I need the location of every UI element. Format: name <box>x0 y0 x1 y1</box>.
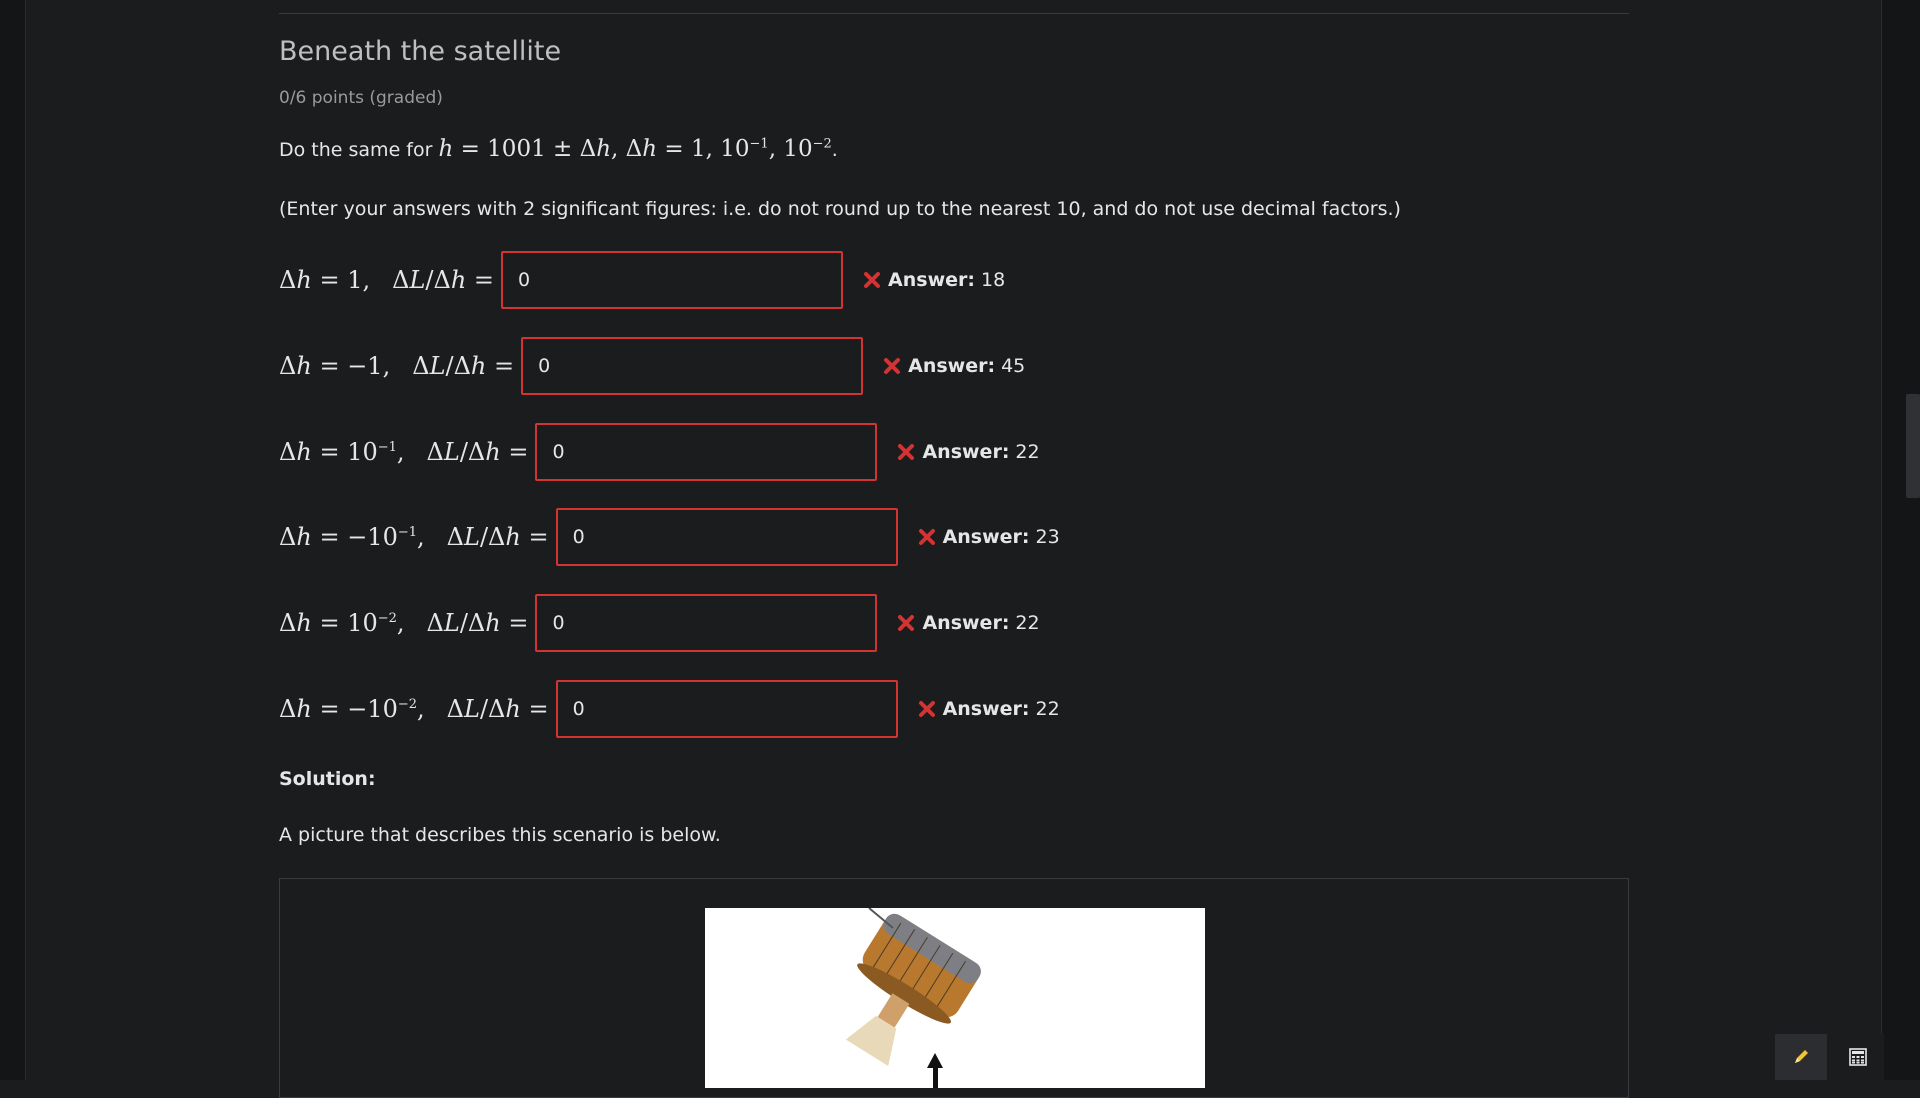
answer-row-3: Δh = 10−1,ΔL/Δh = Answer:22 <box>279 423 1040 481</box>
answer-input-2[interactable] <box>521 337 864 395</box>
problem-title: Beneath the satellite <box>279 36 562 67</box>
problem-intro: Do the same for h = 1001 ± Δh, Δh = 1, 1… <box>279 136 838 162</box>
answer-feedback-5: Answer: 22 <box>897 612 1040 634</box>
answer-input-5[interactable] <box>535 594 878 652</box>
row-label: Δh = −1, ΔL/Δh = <box>279 352 515 380</box>
correct-answer: 45 <box>1001 355 1026 377</box>
satellite-illustration <box>845 908 981 1088</box>
left-rail <box>0 0 26 1080</box>
answer-input-3[interactable] <box>535 423 878 481</box>
answer-input-1[interactable] <box>501 251 844 309</box>
row-label: Δh = 10−1, ΔL/Δh = <box>279 438 529 466</box>
calculator-button[interactable] <box>1832 1034 1884 1080</box>
intro-text: Do the same for <box>279 139 439 161</box>
answer-row-5: Δh = 10−2,ΔL/Δh = Answer:22 <box>279 594 1040 652</box>
row-label: Δh = 1, ΔL/Δh = <box>279 266 495 294</box>
scrollbar-thumb[interactable] <box>1906 394 1920 498</box>
answer-row-2: Δh = −1,ΔL/Δh = Answer:45 <box>279 337 1025 395</box>
answer-row-1: Δh = 1,ΔL/Δh = Answer:18 <box>279 251 1005 309</box>
x-icon <box>918 529 935 545</box>
answer-feedback-6: Answer: 22 <box>918 698 1060 720</box>
notes-button[interactable] <box>1775 1034 1827 1080</box>
answer-row-4: Δh = −10−1,ΔL/Δh = Answer:23 <box>279 508 1060 566</box>
page-scrollbar[interactable] <box>1881 0 1920 1080</box>
calculator-icon <box>1849 1048 1867 1066</box>
answer-input-6[interactable] <box>555 680 898 738</box>
x-icon <box>884 358 901 374</box>
satellite-image <box>705 908 1205 1088</box>
answer-input-4[interactable] <box>555 508 898 566</box>
answer-row-6: Δh = −10−2,ΔL/Δh = Answer:22 <box>279 680 1060 738</box>
row-label: Δh = 10−2, ΔL/Δh = <box>279 609 529 637</box>
problem-instructions: (Enter your answers with 2 significant f… <box>279 198 1401 220</box>
answer-feedback-3: Answer: 22 <box>897 441 1040 463</box>
answer-feedback-2: Answer: 45 <box>883 355 1025 377</box>
correct-answer: 22 <box>1035 698 1060 720</box>
solution-text: A picture that describes this scenario i… <box>279 824 721 846</box>
correct-answer: 22 <box>1015 612 1040 634</box>
points-status: 0/6 points (graded) <box>279 88 443 108</box>
x-icon <box>918 701 935 717</box>
correct-answer: 18 <box>980 269 1006 291</box>
row-label: Δh = −10−1, ΔL/Δh = <box>279 523 549 551</box>
row-label: Δh = −10−2, ΔL/Δh = <box>279 695 549 723</box>
x-icon <box>898 615 915 631</box>
correct-answer: 22 <box>1015 441 1040 463</box>
solution-heading: Solution: <box>279 768 376 790</box>
answer-feedback-4: Answer: 23 <box>918 526 1060 548</box>
correct-answer: 23 <box>1035 526 1060 548</box>
solution-figure <box>279 878 1629 1098</box>
x-icon <box>864 272 881 288</box>
intro-formula: h = 1001 ± Δh, Δh = 1, 10−1, 10−2 <box>438 136 832 162</box>
section-divider <box>279 13 1629 14</box>
answer-feedback-1: Answer: 18 <box>863 269 1005 291</box>
pencil-icon <box>1795 1050 1808 1063</box>
x-icon <box>898 444 915 460</box>
